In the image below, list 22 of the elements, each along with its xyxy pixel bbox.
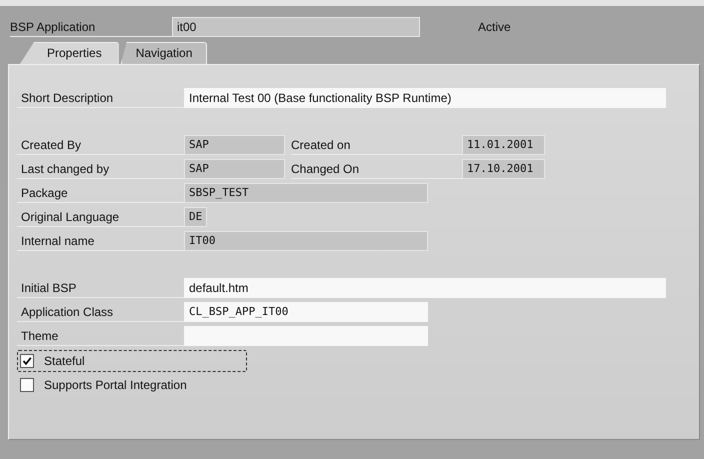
checkbox[interactable] — [20, 354, 34, 368]
checkbox-label: Stateful — [44, 354, 85, 368]
input-field[interactable]: default.htm — [184, 278, 666, 298]
field-label: Changed On — [291, 159, 462, 179]
input-field[interactable]: SBSP_TEST — [184, 183, 428, 203]
input-field[interactable]: DE — [184, 207, 207, 227]
status-text: Active — [478, 20, 511, 34]
check-icon — [22, 356, 32, 366]
input-field[interactable]: 11.01.2001 — [462, 135, 545, 155]
input-field[interactable] — [184, 326, 428, 346]
input-field[interactable]: SAP — [184, 159, 285, 179]
input-field[interactable]: SAP — [184, 135, 285, 155]
input-field[interactable]: IT00 — [184, 231, 428, 251]
checkbox-label: Supports Portal Integration — [44, 378, 187, 392]
field-label: Created on — [291, 135, 462, 155]
tab[interactable]: Navigation — [120, 42, 208, 64]
input-field[interactable]: 17.10.2001 — [462, 159, 545, 179]
tab[interactable]: Properties — [20, 42, 119, 64]
input-field[interactable]: Internal Test 00 (Base functionality BSP Runtime) — [184, 88, 666, 108]
input-field[interactable]: CL_BSP_APP_IT00 — [184, 302, 428, 322]
input-field[interactable]: it00 — [172, 17, 420, 37]
checkbox[interactable] — [20, 378, 34, 392]
